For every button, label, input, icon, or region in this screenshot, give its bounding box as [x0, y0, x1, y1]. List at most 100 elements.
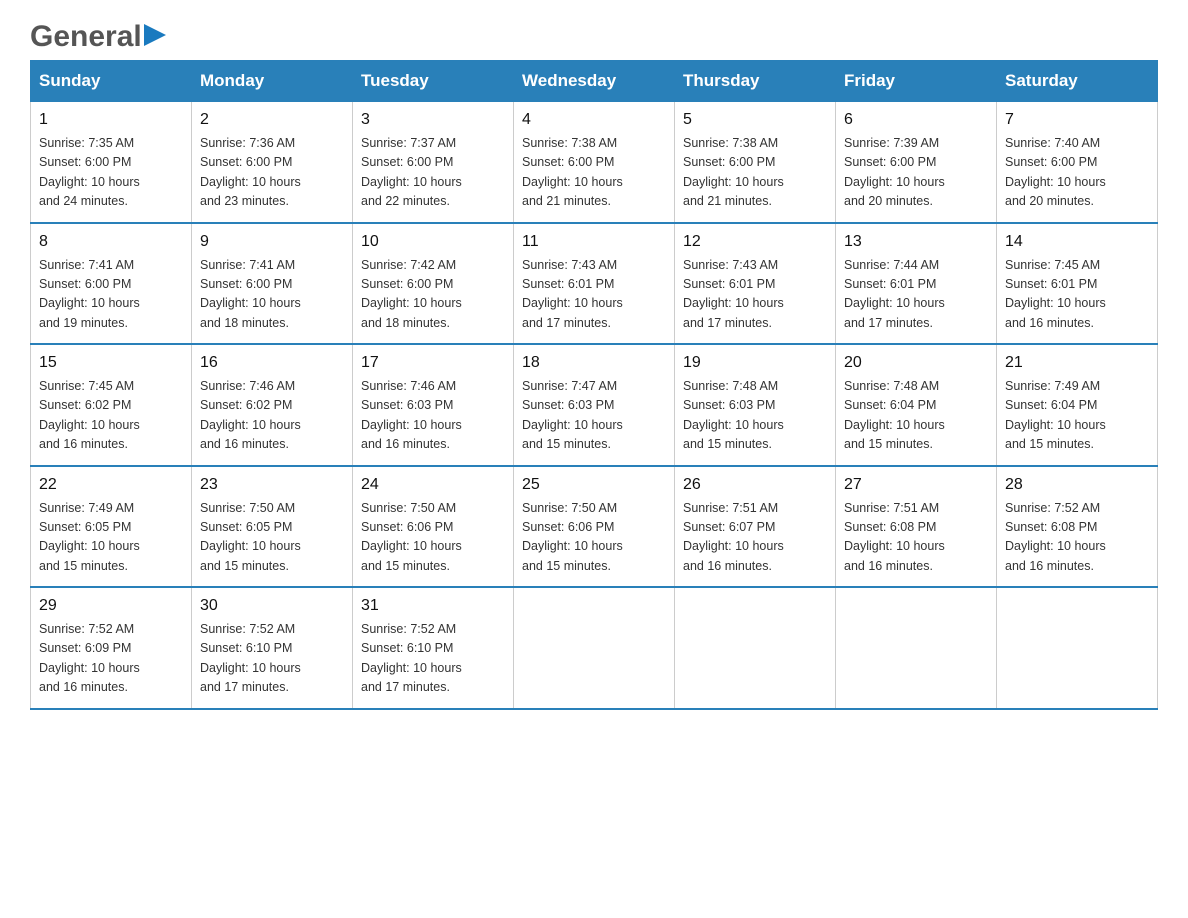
day-number: 29 [39, 594, 183, 618]
calendar-cell: 23Sunrise: 7:50 AMSunset: 6:05 PMDayligh… [192, 466, 353, 588]
calendar-cell: 19Sunrise: 7:48 AMSunset: 6:03 PMDayligh… [675, 344, 836, 466]
day-number: 24 [361, 473, 505, 497]
calendar-cell: 20 Sunrise: 7:48 AMSunset: 6:04 PMDayligh… [836, 344, 997, 466]
calendar-cell: 29 Sunrise: 7:52 AMSunset: 6:09 PMDayligh… [31, 587, 192, 709]
day-number: 7 [1005, 108, 1149, 132]
day-info: Sunrise: 7:50 AMSunset: 6:06 PMDaylight:… [522, 501, 623, 573]
calendar-cell: 10 Sunrise: 7:42 AMSunset: 6:00 PMDayligh… [353, 223, 514, 345]
weekday-header-row: SundayMondayTuesdayWednesdayThursdayFrid… [31, 61, 1158, 102]
day-info: Sunrise: 7:51 AMSunset: 6:08 PMDaylight:… [844, 501, 945, 573]
calendar-cell [675, 587, 836, 709]
calendar-week-row: 15Sunrise: 7:45 AMSunset: 6:02 PMDayligh… [31, 344, 1158, 466]
day-info: Sunrise: 7:37 AMSunset: 6:00 PMDaylight:… [361, 136, 462, 208]
day-number: 6 [844, 108, 988, 132]
day-info: Sunrise: 7:44 AMSunset: 6:01 PMDaylight:… [844, 258, 945, 330]
day-number: 18 [522, 351, 666, 375]
calendar-cell: 1 Sunrise: 7:35 AMSunset: 6:00 PMDaylight… [31, 102, 192, 223]
calendar-cell: 27Sunrise: 7:51 AMSunset: 6:08 PMDayligh… [836, 466, 997, 588]
calendar-cell: 2 Sunrise: 7:36 AMSunset: 6:00 PMDaylight… [192, 102, 353, 223]
day-number: 8 [39, 230, 183, 254]
weekday-header-tuesday: Tuesday [353, 61, 514, 102]
day-number: 10 [361, 230, 505, 254]
calendar-week-row: 22Sunrise: 7:49 AMSunset: 6:05 PMDayligh… [31, 466, 1158, 588]
calendar-cell [997, 587, 1158, 709]
day-number: 1 [39, 108, 183, 132]
calendar-cell: 9 Sunrise: 7:41 AMSunset: 6:00 PMDaylight… [192, 223, 353, 345]
weekday-header-sunday: Sunday [31, 61, 192, 102]
day-info: Sunrise: 7:42 AMSunset: 6:00 PMDaylight:… [361, 258, 462, 330]
logo: General [30, 20, 166, 50]
day-number: 21 [1005, 351, 1149, 375]
day-info: Sunrise: 7:50 AMSunset: 6:06 PMDaylight:… [361, 501, 462, 573]
day-number: 2 [200, 108, 344, 132]
weekday-header-friday: Friday [836, 61, 997, 102]
calendar-cell: 28 Sunrise: 7:52 AMSunset: 6:08 PMDayligh… [997, 466, 1158, 588]
day-number: 28 [1005, 473, 1149, 497]
calendar-cell: 31Sunrise: 7:52 AMSunset: 6:10 PMDayligh… [353, 587, 514, 709]
day-info: Sunrise: 7:52 AMSunset: 6:10 PMDaylight:… [200, 622, 301, 694]
day-info: Sunrise: 7:45 AMSunset: 6:01 PMDaylight:… [1005, 258, 1106, 330]
weekday-header-wednesday: Wednesday [514, 61, 675, 102]
day-info: Sunrise: 7:35 AMSunset: 6:00 PMDaylight:… [39, 136, 140, 208]
calendar-cell: 8 Sunrise: 7:41 AMSunset: 6:00 PMDaylight… [31, 223, 192, 345]
day-info: Sunrise: 7:43 AMSunset: 6:01 PMDaylight:… [683, 258, 784, 330]
day-info: Sunrise: 7:48 AMSunset: 6:03 PMDaylight:… [683, 379, 784, 451]
day-info: Sunrise: 7:51 AMSunset: 6:07 PMDaylight:… [683, 501, 784, 573]
calendar-cell: 14 Sunrise: 7:45 AMSunset: 6:01 PMDayligh… [997, 223, 1158, 345]
calendar-body: 1 Sunrise: 7:35 AMSunset: 6:00 PMDaylight… [31, 102, 1158, 709]
calendar-cell [514, 587, 675, 709]
calendar-cell [836, 587, 997, 709]
calendar-week-row: 29 Sunrise: 7:52 AMSunset: 6:09 PMDayligh… [31, 587, 1158, 709]
day-info: Sunrise: 7:49 AMSunset: 6:04 PMDaylight:… [1005, 379, 1106, 451]
day-number: 16 [200, 351, 344, 375]
calendar-cell: 6 Sunrise: 7:39 AMSunset: 6:00 PMDaylight… [836, 102, 997, 223]
day-number: 31 [361, 594, 505, 618]
day-info: Sunrise: 7:39 AMSunset: 6:00 PMDaylight:… [844, 136, 945, 208]
calendar-week-row: 1 Sunrise: 7:35 AMSunset: 6:00 PMDaylight… [31, 102, 1158, 223]
calendar-cell: 25 Sunrise: 7:50 AMSunset: 6:06 PMDayligh… [514, 466, 675, 588]
weekday-header-thursday: Thursday [675, 61, 836, 102]
calendar-cell: 7 Sunrise: 7:40 AMSunset: 6:00 PMDaylight… [997, 102, 1158, 223]
day-number: 3 [361, 108, 505, 132]
day-number: 15 [39, 351, 183, 375]
day-info: Sunrise: 7:52 AMSunset: 6:09 PMDaylight:… [39, 622, 140, 694]
calendar-cell: 12 Sunrise: 7:43 AMSunset: 6:01 PMDayligh… [675, 223, 836, 345]
day-info: Sunrise: 7:41 AMSunset: 6:00 PMDaylight:… [200, 258, 301, 330]
day-number: 12 [683, 230, 827, 254]
day-number: 9 [200, 230, 344, 254]
calendar-table: SundayMondayTuesdayWednesdayThursdayFrid… [30, 60, 1158, 710]
calendar-week-row: 8 Sunrise: 7:41 AMSunset: 6:00 PMDaylight… [31, 223, 1158, 345]
page-header: General [30, 20, 1158, 50]
weekday-header-saturday: Saturday [997, 61, 1158, 102]
day-number: 13 [844, 230, 988, 254]
calendar-cell: 3 Sunrise: 7:37 AMSunset: 6:00 PMDaylight… [353, 102, 514, 223]
day-number: 30 [200, 594, 344, 618]
day-info: Sunrise: 7:38 AMSunset: 6:00 PMDaylight:… [522, 136, 623, 208]
day-info: Sunrise: 7:50 AMSunset: 6:05 PMDaylight:… [200, 501, 301, 573]
calendar-cell: 22Sunrise: 7:49 AMSunset: 6:05 PMDayligh… [31, 466, 192, 588]
calendar-cell: 18Sunrise: 7:47 AMSunset: 6:03 PMDayligh… [514, 344, 675, 466]
calendar-cell: 21 Sunrise: 7:49 AMSunset: 6:04 PMDayligh… [997, 344, 1158, 466]
calendar-cell: 16 Sunrise: 7:46 AMSunset: 6:02 PMDayligh… [192, 344, 353, 466]
day-info: Sunrise: 7:52 AMSunset: 6:08 PMDaylight:… [1005, 501, 1106, 573]
day-number: 22 [39, 473, 183, 497]
day-number: 26 [683, 473, 827, 497]
day-info: Sunrise: 7:41 AMSunset: 6:00 PMDaylight:… [39, 258, 140, 330]
calendar-cell: 5Sunrise: 7:38 AMSunset: 6:00 PMDaylight… [675, 102, 836, 223]
calendar-cell: 13 Sunrise: 7:44 AMSunset: 6:01 PMDayligh… [836, 223, 997, 345]
day-info: Sunrise: 7:36 AMSunset: 6:00 PMDaylight:… [200, 136, 301, 208]
day-info: Sunrise: 7:46 AMSunset: 6:02 PMDaylight:… [200, 379, 301, 451]
day-number: 14 [1005, 230, 1149, 254]
day-info: Sunrise: 7:48 AMSunset: 6:04 PMDaylight:… [844, 379, 945, 451]
day-info: Sunrise: 7:43 AMSunset: 6:01 PMDaylight:… [522, 258, 623, 330]
day-info: Sunrise: 7:46 AMSunset: 6:03 PMDaylight:… [361, 379, 462, 451]
day-info: Sunrise: 7:40 AMSunset: 6:00 PMDaylight:… [1005, 136, 1106, 208]
day-number: 20 [844, 351, 988, 375]
logo-general-text: General [30, 20, 142, 54]
calendar-cell: 24 Sunrise: 7:50 AMSunset: 6:06 PMDayligh… [353, 466, 514, 588]
calendar-cell: 15Sunrise: 7:45 AMSunset: 6:02 PMDayligh… [31, 344, 192, 466]
calendar-header: SundayMondayTuesdayWednesdayThursdayFrid… [31, 61, 1158, 102]
day-number: 25 [522, 473, 666, 497]
day-number: 5 [683, 108, 827, 132]
calendar-cell: 17Sunrise: 7:46 AMSunset: 6:03 PMDayligh… [353, 344, 514, 466]
